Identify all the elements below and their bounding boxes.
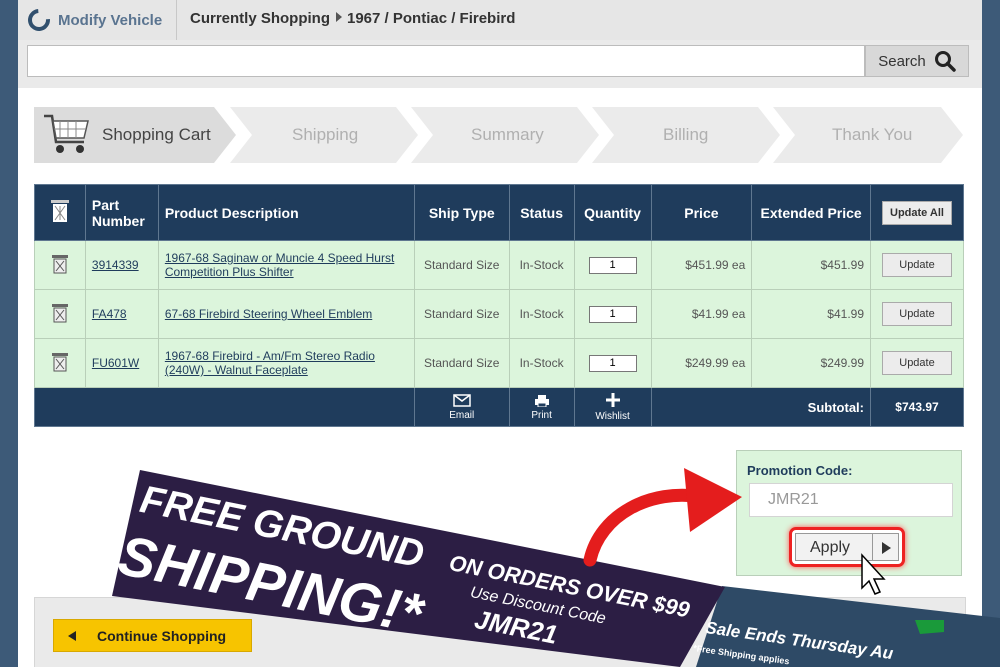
print-label: Print: [531, 409, 552, 421]
wishlist-action[interactable]: Wishlist: [573, 387, 652, 427]
product-link[interactable]: 1967-68 Firebird - Am/Fm Stereo Radio (2…: [165, 349, 375, 377]
stock-status: In-Stock: [508, 338, 575, 388]
shopping-cart-icon: [44, 114, 89, 153]
step-summary: Summary: [411, 107, 599, 163]
modify-vehicle-label: Modify Vehicle: [58, 11, 163, 29]
ship-type: Standard Size: [413, 338, 510, 388]
apply-highlight: Apply: [789, 527, 905, 567]
search-bar: Search: [18, 40, 982, 88]
divider: [176, 0, 177, 40]
step-thank-you: Thank You: [773, 107, 963, 163]
step-label: Thank You: [832, 125, 913, 144]
table-row: FA478 67-68 Firebird Steering Wheel Embl…: [34, 289, 964, 339]
table-row: FU601W 1967-68 Firebird - Am/Fm Stereo R…: [34, 338, 964, 388]
promo-code-input[interactable]: JMR21: [749, 483, 953, 517]
step-label: Shipping: [292, 125, 359, 144]
modify-vehicle-button[interactable]: Modify Vehicle: [23, 4, 163, 36]
extended-price: $249.99: [751, 338, 871, 388]
refresh-icon: [23, 4, 55, 36]
price-header: Price: [650, 184, 753, 241]
ship-type-header: Ship Type: [413, 184, 510, 241]
table-footer: Email Print Wishlist Subtotal: $743.97: [34, 387, 964, 427]
step-billing: Billing: [592, 107, 780, 163]
promo-panel: Promotion Code: JMR21 Apply: [736, 450, 962, 576]
currently-shopping-label: Currently Shopping: [190, 10, 330, 27]
step-label: Shopping Cart: [102, 125, 211, 144]
search-icon: [934, 51, 956, 72]
caret-left-icon: [68, 631, 76, 641]
cart-page: Modify Vehicle Currently Shopping 1967 / …: [18, 0, 982, 667]
subtotal-value: $743.97: [870, 387, 964, 427]
remove-column-header: [34, 184, 86, 241]
search-input[interactable]: [27, 45, 865, 77]
part-number-link[interactable]: FA478: [92, 307, 127, 321]
top-bar: Modify Vehicle Currently Shopping 1967 / …: [18, 0, 982, 41]
play-icon: [882, 542, 891, 554]
caret-right-icon: [336, 12, 342, 22]
quantity-header: Quantity: [573, 184, 652, 241]
step-shopping-cart[interactable]: Shopping Cart: [34, 107, 236, 163]
table-row: 3914339 1967-68 Saginaw or Muncie 4 Spee…: [34, 240, 964, 290]
description-header: Product Description: [157, 184, 415, 241]
cart-table: Part Number Product Description Ship Typ…: [34, 184, 964, 427]
extended-price-header: Extended Price: [751, 184, 871, 241]
apply-label: Apply: [810, 539, 851, 556]
update-all-button[interactable]: Update All: [882, 200, 952, 225]
continue-shopping-label: Continue Shopping: [97, 628, 227, 644]
continue-shopping-button[interactable]: Continue Shopping: [53, 619, 252, 652]
email-label: Email: [449, 409, 475, 421]
trash-icon[interactable]: [51, 352, 69, 372]
divider: [872, 534, 873, 560]
ship-type: Standard Size: [413, 289, 510, 339]
email-action[interactable]: Email: [413, 387, 510, 427]
quantity-input[interactable]: 1: [588, 256, 637, 274]
part-number-link[interactable]: FU601W: [92, 356, 139, 370]
trash-icon[interactable]: [51, 254, 69, 274]
part-number-link[interactable]: 3914339: [92, 258, 139, 272]
stock-status: In-Stock: [508, 289, 575, 339]
extended-price: $41.99: [751, 289, 871, 339]
update-button[interactable]: Update: [882, 351, 952, 375]
product-link[interactable]: 67-68 Firebird Steering Wheel Emblem: [165, 307, 372, 321]
envelope-icon: [452, 393, 471, 407]
status-header: Status: [508, 184, 575, 241]
trash-icon: [50, 200, 69, 222]
quantity-input[interactable]: 1: [588, 354, 637, 372]
update-button[interactable]: Update: [882, 302, 952, 326]
checkout-steps: Shopping Cart Shipping Summary Billing T…: [34, 107, 964, 163]
extended-price: $451.99: [751, 240, 871, 290]
unit-price: $41.99 ea: [650, 289, 753, 339]
search-label: Search: [878, 52, 926, 70]
promo-label: Promotion Code:: [747, 463, 853, 478]
vehicle-name[interactable]: 1967 / Pontiac / Firebird: [347, 10, 515, 27]
update-button[interactable]: Update: [882, 253, 952, 277]
search-button[interactable]: Search: [865, 45, 969, 77]
step-label: Summary: [471, 125, 544, 144]
print-action[interactable]: Print: [508, 387, 575, 427]
table-header: Part Number Product Description Ship Typ…: [34, 184, 964, 241]
wishlist-label: Wishlist: [595, 411, 630, 422]
step-label: Billing: [663, 125, 709, 144]
unit-price: $249.99 ea: [650, 338, 753, 388]
stock-status: In-Stock: [508, 240, 575, 290]
unit-price: $451.99 ea: [650, 240, 753, 290]
apply-button[interactable]: Apply: [795, 533, 899, 561]
product-link[interactable]: 1967-68 Saginaw or Muncie 4 Speed Hurst …: [165, 251, 394, 279]
quantity-input[interactable]: 1: [588, 305, 637, 323]
part-number-header: Part Number: [84, 184, 159, 241]
printer-icon: [534, 394, 549, 407]
ship-type: Standard Size: [413, 240, 510, 290]
breadcrumb: Currently Shopping 1967 / Pontiac / Fireb…: [190, 10, 515, 27]
plus-icon: [605, 393, 620, 407]
subtotal-label: Subtotal:: [650, 387, 872, 427]
trash-icon[interactable]: [51, 303, 69, 323]
step-shipping: Shipping: [230, 107, 418, 163]
